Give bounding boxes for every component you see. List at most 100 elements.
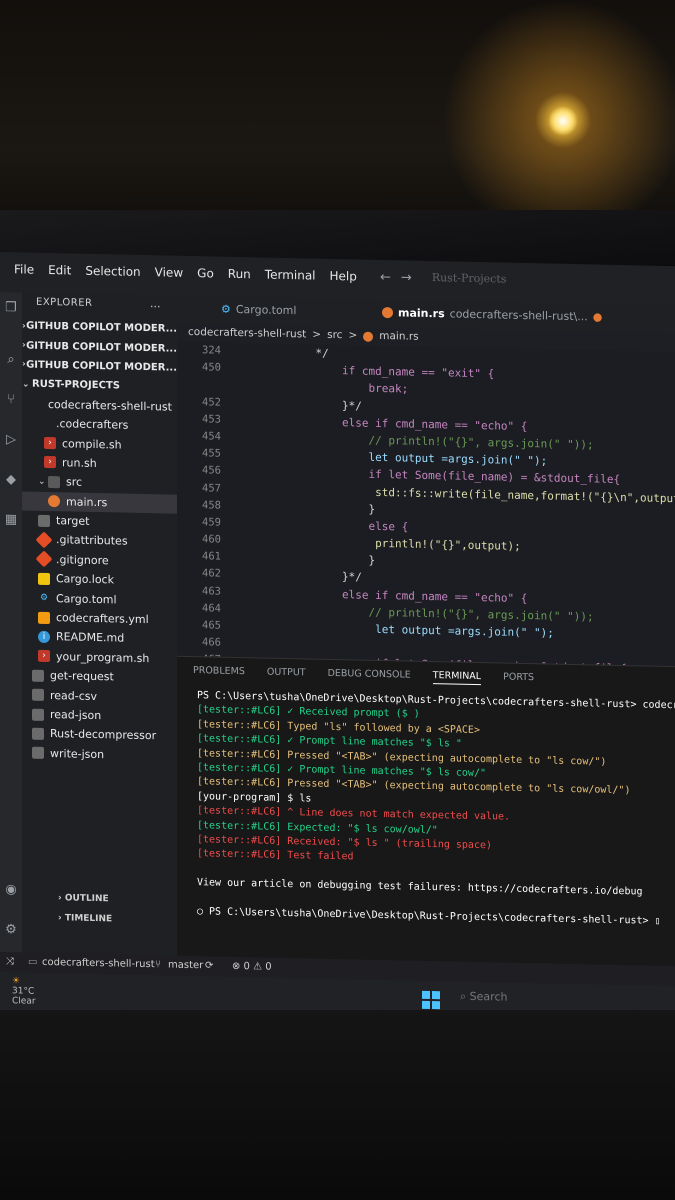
weather-widget[interactable]: ☀ 31°C Clear xyxy=(12,976,36,1006)
line-number: 457 xyxy=(202,481,221,495)
line-number: 324 xyxy=(202,344,221,357)
lock-icon xyxy=(38,572,50,585)
windows-start-icon[interactable] xyxy=(422,990,440,1010)
tab-debug-console[interactable]: DEBUG CONSOLE xyxy=(328,668,411,684)
tab-output[interactable]: OUTPUT xyxy=(267,667,306,682)
back-arrow-icon[interactable]: ← xyxy=(380,270,391,285)
explorer-sidebar: EXPLORER ... › GITHUB COPILOT MODER... › G… xyxy=(22,292,177,956)
rust-file-icon xyxy=(363,331,374,342)
menu-go[interactable]: Go xyxy=(197,266,214,280)
line-number: 462 xyxy=(202,567,221,581)
keyboard-desk-area xyxy=(0,1010,675,1200)
status-branch[interactable]: master xyxy=(168,960,203,972)
line-number: 461 xyxy=(202,550,221,563)
rust-file-icon xyxy=(48,495,60,508)
breadcrumb-separator: > xyxy=(312,328,322,341)
weather-sun-icon: ☀ xyxy=(12,976,21,987)
tab-main-rs[interactable]: main.rs codecrafters-shell-rust\... ● xyxy=(382,306,602,324)
line-number: 454 xyxy=(202,430,221,443)
run-debug-icon[interactable]: ▷ xyxy=(3,432,19,448)
sync-icon[interactable]: ⟳ xyxy=(205,960,213,971)
line-number: 450 xyxy=(202,361,221,374)
panel-tabs: PROBLEMS OUTPUT DEBUG CONSOLE TERMINAL P… xyxy=(193,665,534,686)
tab-cargo-toml[interactable]: ⚙ Cargo.toml xyxy=(221,303,296,318)
explorer-title: EXPLORER xyxy=(36,296,93,309)
vscode-window: File Edit Selection View Go Run Terminal… xyxy=(0,252,675,995)
yaml-file-icon xyxy=(38,611,50,624)
code-lines: */ if cmd_name == "exit" { break; }*/ el… xyxy=(289,344,675,673)
menu-bar: File Edit Selection View Go Run Terminal… xyxy=(14,262,357,283)
folder-icon xyxy=(48,475,60,489)
shell-script-icon: › xyxy=(38,650,50,663)
command-center-search[interactable]: Rust-Projects xyxy=(432,271,507,288)
info-icon: i xyxy=(38,630,50,643)
menu-run[interactable]: Run xyxy=(228,267,251,281)
tree-item-write-json[interactable]: write-json xyxy=(22,743,177,766)
source-control-icon[interactable]: ⑂ xyxy=(3,392,19,408)
gear-icon: ⚙ xyxy=(39,592,49,604)
taskbar-search[interactable]: ⌕ Search xyxy=(460,990,507,1005)
lamp-light xyxy=(548,106,578,136)
branch-icon: ⑂ xyxy=(155,959,161,971)
breadcrumb-separator: > xyxy=(348,329,358,342)
tab-ports[interactable]: PORTS xyxy=(503,672,534,687)
timeline-section[interactable]: › TIMELINE xyxy=(58,913,112,924)
line-number: 452 xyxy=(202,395,221,409)
chevron-down-icon: ⌄ xyxy=(38,476,46,487)
breadcrumb-file[interactable]: main.rs xyxy=(379,330,418,343)
tab-problems[interactable]: PROBLEMS xyxy=(193,665,245,680)
folder-icon xyxy=(38,514,50,527)
gear-icon: ⚙ xyxy=(221,302,231,316)
menu-file[interactable]: File xyxy=(14,262,34,276)
code-editor[interactable]: 324 450 452 453 454 455 456 457 458 459 460 461 462 4… xyxy=(177,341,675,673)
remote-icon[interactable]: ⤨ xyxy=(6,956,14,967)
chevron-down-icon: ⌄ xyxy=(22,379,30,390)
menu-help[interactable]: Help xyxy=(330,269,357,284)
menu-terminal[interactable]: Terminal xyxy=(265,268,316,283)
python-icon[interactable]: ◆ xyxy=(3,472,19,488)
menu-selection[interactable]: Selection xyxy=(85,264,140,279)
line-number-gutter: 324 450 452 453 454 455 456 457 458 459 460 461 462 4… xyxy=(177,342,221,669)
bottom-panel: PROBLEMS OUTPUT DEBUG CONSOLE TERMINAL P… xyxy=(177,655,675,968)
status-problems[interactable]: ⊗ 0 ⚠ 0 xyxy=(232,961,272,973)
line-number: 460 xyxy=(202,533,221,546)
modified-dot-icon: ● xyxy=(592,310,603,324)
search-icon[interactable]: ⌕ xyxy=(3,352,19,368)
folder-icon xyxy=(32,746,44,760)
more-actions-icon[interactable]: ... xyxy=(150,297,161,310)
menu-edit[interactable]: Edit xyxy=(48,263,71,277)
forward-arrow-icon[interactable]: → xyxy=(401,270,412,285)
terminal-output[interactable]: PS C:\Users\tusha\OneDrive\Desktop\Rust-… xyxy=(197,689,675,929)
folder-icon xyxy=(32,708,44,721)
line-number: 456 xyxy=(202,464,221,477)
extensions-icon[interactable]: ▦ xyxy=(3,512,19,528)
folder-icon: ▭ xyxy=(28,956,38,968)
menu-view[interactable]: View xyxy=(155,265,183,280)
line-number xyxy=(177,376,221,394)
line-number: 466 xyxy=(202,636,221,649)
line-number: 459 xyxy=(202,516,221,529)
line-number: 458 xyxy=(202,498,221,512)
breadcrumb: codecrafters-shell-rust > src > main.rs xyxy=(188,326,419,343)
rust-file-icon xyxy=(382,307,393,319)
line-number: 465 xyxy=(202,619,221,632)
explorer-icon[interactable]: ❐ xyxy=(3,300,19,316)
breadcrumb-project[interactable]: codecrafters-shell-rust xyxy=(188,326,306,340)
status-project[interactable]: codecrafters-shell-rust xyxy=(42,957,155,970)
file-tree: › GITHUB COPILOT MODER... › GITHUB COPILOT… xyxy=(22,316,177,765)
git-icon xyxy=(35,531,53,549)
folder-icon xyxy=(32,727,44,740)
activity-bar: ❐ ⌕ ⑂ ▷ ◆ ▦ ◉ ⚙ xyxy=(0,292,22,953)
breadcrumb-src[interactable]: src xyxy=(327,329,342,341)
line-number: 455 xyxy=(202,447,221,460)
line-number: 463 xyxy=(202,584,221,598)
account-icon[interactable]: ◉ xyxy=(3,882,19,898)
outline-section[interactable]: › OUTLINE xyxy=(58,893,109,904)
folder-icon xyxy=(32,669,44,682)
nav-controls: ← → Rust-Projects xyxy=(380,270,506,288)
shell-script-icon: › xyxy=(44,456,56,469)
shell-script-icon: › xyxy=(44,436,56,450)
gear-icon[interactable]: ⚙ xyxy=(3,922,19,938)
line-number: 464 xyxy=(202,602,221,615)
tab-terminal[interactable]: TERMINAL xyxy=(432,670,482,686)
